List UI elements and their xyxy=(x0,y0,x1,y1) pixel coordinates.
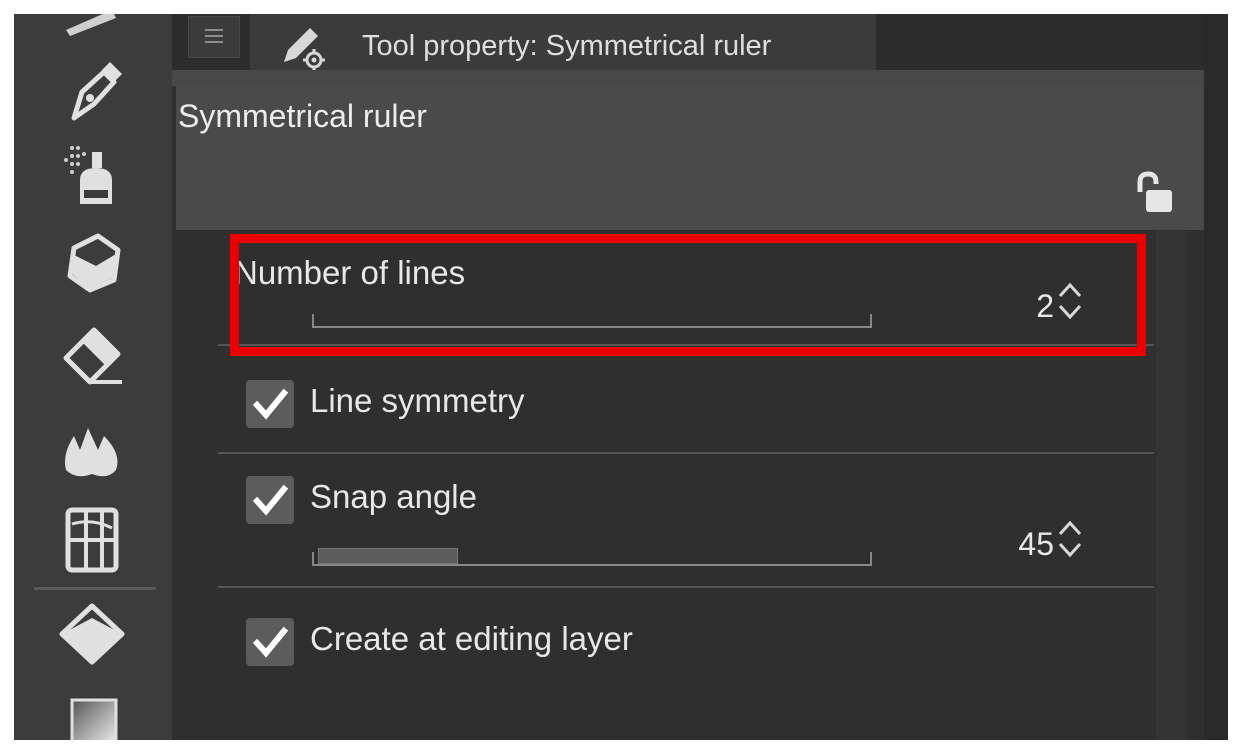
snap-angle-value[interactable]: 45 xyxy=(958,526,1054,563)
create-at-editing-layer-label: Create at editing layer xyxy=(310,620,633,657)
checkmark-icon xyxy=(252,388,289,420)
eraser-tool-icon[interactable] xyxy=(52,318,132,388)
row-divider xyxy=(218,344,1154,346)
tool-property-icon xyxy=(284,28,325,70)
tab-title: Tool property: Symmetrical ruler xyxy=(362,30,772,62)
snap-angle-checkbox[interactable] xyxy=(246,476,294,524)
snap-angle-label: Snap angle xyxy=(310,478,477,515)
tool-palette xyxy=(14,14,172,740)
gradient-tool-icon[interactable] xyxy=(52,694,132,740)
checkmark-icon xyxy=(252,626,289,658)
row-divider xyxy=(218,586,1154,588)
snap-angle-spinner-icon[interactable] xyxy=(1056,514,1084,564)
panel-tab-bar: Tool property: Symmetrical ruler xyxy=(172,14,1204,70)
pen-tool-icon[interactable] xyxy=(52,58,132,128)
header-title: Symmetrical ruler xyxy=(178,98,427,134)
blend-tool-icon[interactable] xyxy=(52,414,132,484)
unlock-icon[interactable] xyxy=(1130,170,1176,216)
create-at-editing-layer-row: Create at editing layer xyxy=(218,596,1144,688)
airbrush-tool-icon[interactable] xyxy=(52,140,132,210)
snap-angle-row: Snap angle 45 xyxy=(218,454,1144,584)
brush-tool-icon[interactable] xyxy=(52,14,132,60)
scrollbar-track[interactable] xyxy=(1156,230,1186,740)
toolbar-divider xyxy=(34,587,156,590)
line-symmetry-label: Line symmetry xyxy=(310,382,525,419)
snap-angle-slider[interactable] xyxy=(312,548,872,566)
number-of-lines-slider[interactable] xyxy=(312,314,872,328)
decoration-tool-icon[interactable] xyxy=(52,228,132,298)
app-window: Tool property: Symmetrical ruler Symmetr… xyxy=(14,14,1228,740)
panel-menu-button[interactable] xyxy=(188,16,240,58)
tool-property-panel: Tool property: Symmetrical ruler Symmetr… xyxy=(172,14,1228,740)
panel-header: Symmetrical ruler xyxy=(176,86,1204,230)
line-symmetry-row: Line symmetry xyxy=(218,358,1144,450)
figure-tool-icon[interactable] xyxy=(52,504,132,574)
number-of-lines-spinner-icon[interactable] xyxy=(1056,276,1084,326)
fill-tool-icon[interactable] xyxy=(52,600,132,670)
checkmark-icon xyxy=(252,484,289,516)
create-at-editing-layer-checkbox[interactable] xyxy=(246,618,294,666)
tab-tool-property[interactable]: Tool property: Symmetrical ruler xyxy=(250,14,876,70)
number-of-lines-row: Number of lines 2 xyxy=(218,230,1144,344)
number-of-lines-value[interactable]: 2 xyxy=(978,288,1054,325)
number-of-lines-label: Number of lines xyxy=(234,254,466,291)
snap-angle-slider-fill xyxy=(318,548,458,564)
tab-underline xyxy=(172,70,1204,86)
panel-edge xyxy=(1204,14,1228,740)
line-symmetry-checkbox[interactable] xyxy=(246,380,294,428)
